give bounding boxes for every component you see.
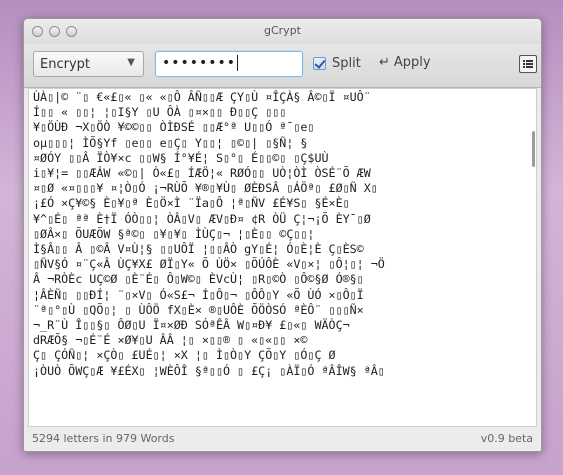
text-line: ¥▯ÖÙÐ ¬X▯ÖÒ ¥©©▯▯ ÒÌÐSÉ ▯▯Æ°ª U▯▯Ó ª¯▯e▯ [33, 120, 315, 135]
password-input[interactable]: •••••••• [155, 51, 303, 77]
text-line: ¨ª▯°▯Ù ▯QÕ▯¦ ▯ ÙÔÖ fX▯È× ®▯UÔÈ ÕÖÒSÓ ªÈÔ… [33, 302, 364, 317]
status-bar: 5294 letters in 979 Words v0.9 beta [24, 427, 541, 451]
apply-button[interactable]: ↵ Apply [379, 55, 431, 70]
version-label: v0.9 beta [480, 432, 533, 445]
apply-label: Apply [393, 55, 431, 70]
text-line: i▯¥¦= ▯▯ÆÁW «©▯| Ò«£▯ ÍÆÖ¦« RØÓ▯▯ UÒ¦ÒÌ … [33, 166, 371, 181]
text-line: Ç▯ ÇÓÑ▯¦ ×ÇÒ▯ £UÉ▯¦ ×X ¦▯ Ì▯Ò▯Y ÇÕ▯Y ▯Ó▯… [33, 348, 336, 363]
text-line: oµ▯▯▯¦ ÌÕ§Yf ▯e▯▯ e▯Ç▯ Y▯▯¦ ▯©▯| ▯§Ñ¦ § [33, 135, 308, 150]
mode-dropdown-value: Encrypt [40, 57, 90, 72]
text-line: Í▯▯ « ▯▯¦ ¦▯I§Y ▯U ÔÀ ▯¤×▯▯ Ð▯▯Ç ▯▯▯ [33, 105, 287, 120]
text-line: ¤▯Ø «¤▯▯▯¥ ¤¦Ò▯Ó ¡¬RÙÕ ¥®▯¥Ù▯ ØÈÐSÂ ▯ÁÖª… [33, 181, 378, 196]
word-count-status: 5294 letters in 979 Words [32, 432, 175, 445]
list-menu-icon [523, 60, 533, 68]
vertical-scrollbar[interactable] [532, 131, 535, 167]
app-window: gCrypt Encrypt ▼ •••••••• Split ↵ Apply [23, 18, 542, 452]
return-arrow-icon: ↵ [379, 55, 390, 70]
toolbar: Encrypt ▼ •••••••• Split ↵ Apply [24, 44, 541, 88]
split-checkbox[interactable] [313, 57, 326, 70]
title-bar: gCrypt [24, 19, 541, 44]
text-line: Â ¬RÒÈc UÇ©Ø ▯È¨É▯ Ô▯W©▯ ÈVcÙ¦ ▯R▯©Ò ▯Ô©… [33, 272, 364, 287]
window-title: gCrypt [264, 24, 301, 37]
split-label: Split [332, 56, 361, 71]
text-line: ¡ÒUÒ ÕWÇ▯Æ ¥£ÉX▯ ¦WÈÔÎ §ª▯▯Ó ▯ £Ç¡ ▯ÀÏ▯Ó… [33, 363, 385, 378]
text-line: ▯ÑV§Ó ¤¨Ç«Â ÙÇ¥X£ ØÏ▯Y« Õ ÙÖ× ▯ÕÚÔÈ «V▯×… [33, 257, 385, 272]
text-line: ¦ÂÈÑ▯ ▯▯ÐÍ¦ ¨▯×V▯ Ó«S£¬ Í▯Ô▯¬ ▯ÔÔ▯Y «Õ Ù… [33, 287, 364, 302]
text-line: ¬_R¨Ù Î▯▯§▯ ÔØ▯U Ï¤×ØÐ SÓªÊÂ W▯¤Ð¥ £▯«▯ … [33, 318, 350, 333]
text-line: ¥^▯É▯ ªª È†Ï ÓÒ▯▯¦ ÒÂ▯V▯ ÆV▯Ð¤ ¢R ÒÜ Ç¦¬… [33, 211, 371, 226]
triangle-down-icon: ▼ [127, 57, 135, 68]
menu-button[interactable] [519, 55, 537, 73]
text-line: dRÆÕ§ ¬▯É¨É ×Ø¥▯U ÂÂ ¦▯ ×▯▯® ▯ «▯«▯▯ ×© [33, 333, 308, 348]
text-line: ¤ØÓY ▯▯Â ÏÒ¥×c ▯▯W§ Í°¥É¦ S▯°▯ É▯▯©▯ ▯Ç$… [33, 150, 329, 165]
encrypted-text[interactable]: ÙÀ▯|© ¨▯ €«£▯« ▯« «▯Ô ÂÑ▯▯Æ ÇY▯Ù ¤ÎÇÀ§ Â… [33, 90, 524, 426]
text-line: ÙÀ▯|© ¨▯ €«£▯« ▯« «▯Ô ÂÑ▯▯Æ ÇY▯Ù ¤ÎÇÀ§ Â… [33, 90, 371, 104]
password-masked-value: •••••••• [162, 55, 237, 71]
text-editor[interactable]: ÙÀ▯|© ¨▯ €«£▯« ▯« «▯Ô ÂÑ▯▯Æ ÇY▯Ù ¤ÎÇÀ§ Â… [28, 88, 537, 427]
split-toggle[interactable]: Split [313, 56, 361, 71]
mode-dropdown[interactable]: Encrypt ▼ [33, 51, 144, 77]
text-line: Ì§Â▯▯ Â ▯©Â V¤Ù¦§ ▯▯UÔÏ ¦▯▯ÂÒ gY▯É¦ Ó▯È¦… [33, 242, 364, 257]
text-line: ¡£Ó ×Ç¥©§ È▯¥▯ª È▯Ö×Ì ¨Ïa▯Ô ¦ª▯ÑV £É¥S▯ … [33, 196, 350, 211]
text-line: ▯ØÂ×▯ ÕUÆÕW §ª©▯ ▯¥▯¥▯ ÌÙÇ▯¬ ¦▯È▯▯ ©Ç▯▯¦ [33, 226, 315, 241]
text-caret [237, 55, 239, 71]
